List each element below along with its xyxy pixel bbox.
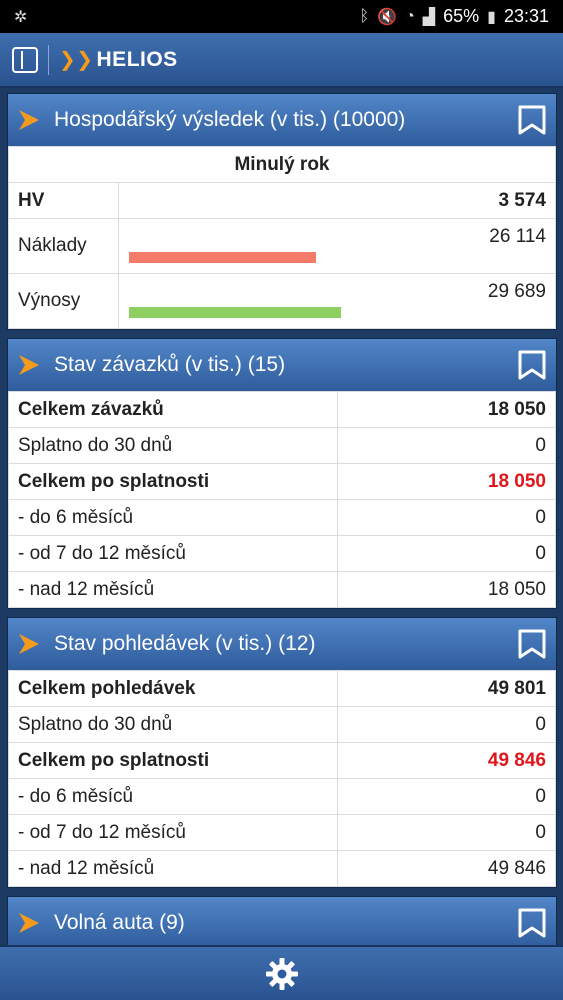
bottom-bar	[0, 945, 563, 1000]
logo-text: HELIOS	[96, 47, 178, 71]
bluetooth-icon: ᛒ	[359, 7, 370, 25]
bookmark-icon[interactable]	[516, 907, 548, 939]
panel-header[interactable]: Stav pohledávek (v tis.) (12)	[8, 618, 556, 670]
row-value: 0	[337, 814, 556, 851]
table-row: - nad 12 měsíců 49 846	[8, 850, 556, 887]
status-bar: ✲ ᛒ 🔇 ◔ ▟ 65% ▮ 23:31	[0, 0, 563, 33]
period-header: Minulý rok	[8, 146, 556, 183]
table-row: Celkem pohledávek 49 801	[8, 670, 556, 707]
bar-cell: 26 114	[118, 218, 556, 274]
row-label: Náklady	[8, 218, 119, 274]
row-label: Splatno do 30 dnů	[8, 706, 338, 743]
row-value-overdue: 18 050	[337, 463, 556, 500]
bookmark-icon[interactable]	[516, 628, 548, 660]
notification-icon: ✲	[14, 8, 28, 26]
signal-icon: ▟	[422, 8, 436, 26]
table-row: Celkem po splatnosti 49 846	[8, 742, 556, 779]
pohledavky-table: Celkem pohledávek 49 801 Splatno do 30 d…	[8, 670, 556, 887]
helios-logo-icon: ❯❯	[59, 49, 94, 71]
row-label: HV	[8, 182, 119, 219]
wifi-icon: ◔	[405, 7, 415, 25]
chevron-right-icon	[19, 913, 39, 933]
panel-hospodarsky-vysledek: Hospodářský výsledek (v tis.) (10000) Mi…	[7, 93, 557, 330]
row-label: Výnosy	[8, 273, 119, 329]
panel-volna-auta: Volná auta (9)	[7, 896, 557, 950]
zavazky-table: Celkem závazků 18 050 Splatno do 30 dnů …	[8, 391, 556, 608]
row-value: 0	[337, 427, 556, 464]
row-label: Celkem po splatnosti	[8, 463, 338, 500]
sidebar-toggle-icon[interactable]	[12, 46, 38, 73]
chevron-right-icon	[19, 634, 39, 654]
battery-percent: 65%	[443, 6, 480, 26]
table-row: HV 3 574	[8, 182, 556, 219]
row-label: Celkem pohledávek	[8, 670, 338, 707]
row-value: 49 801	[337, 670, 556, 707]
table-row: - do 6 měsíců 0	[8, 499, 556, 536]
row-label: - nad 12 měsíců	[8, 571, 338, 608]
row-value: 0	[337, 535, 556, 572]
mute-icon: 🔇	[377, 8, 398, 26]
panel-header[interactable]: Volná auta (9)	[8, 897, 556, 949]
chevron-right-icon	[19, 110, 39, 130]
row-value: 18 050	[337, 391, 556, 428]
helios-logo: ❯❯ HELIOS	[59, 47, 178, 72]
chevron-right-icon	[19, 355, 39, 375]
row-label: - nad 12 měsíců	[8, 850, 338, 887]
row-value: 26 114	[489, 226, 546, 247]
table-row: Celkem po splatnosti 18 050	[8, 463, 556, 500]
panel-title: Volná auta (9)	[54, 911, 185, 934]
row-value: 0	[337, 706, 556, 743]
row-label: Splatno do 30 dnů	[8, 427, 338, 464]
hv-table: Minulý rok HV 3 574 Náklady 26 114 Výnos…	[8, 146, 556, 329]
table-row: Splatno do 30 dnů 0	[8, 706, 556, 743]
panel-title: Stav pohledávek (v tis.) (12)	[54, 632, 316, 655]
table-row: Výnosy 29 689	[8, 273, 556, 329]
panel-title: Stav závazků (v tis.) (15)	[54, 353, 286, 376]
bookmark-icon[interactable]	[516, 104, 548, 136]
bar-cell: 29 689	[118, 273, 556, 329]
table-row: - od 7 do 12 měsíců 0	[8, 814, 556, 851]
table-row: Náklady 26 114	[8, 218, 556, 274]
row-label: - od 7 do 12 měsíců	[8, 535, 338, 572]
app-bar: ❯❯ HELIOS	[0, 33, 563, 88]
row-label: - do 6 měsíců	[8, 778, 338, 815]
row-value: 3 574	[118, 182, 556, 219]
panel-header[interactable]: Stav závazků (v tis.) (15)	[8, 339, 556, 391]
row-value: 49 846	[337, 850, 556, 887]
dashboard-content: Hospodářský výsledek (v tis.) (10000) Mi…	[7, 93, 557, 958]
panel-header[interactable]: Hospodářský výsledek (v tis.) (10000)	[8, 94, 556, 146]
panel-stav-zavazku: Stav závazků (v tis.) (15) Celkem závazk…	[7, 338, 557, 609]
row-label: - do 6 měsíců	[8, 499, 338, 536]
battery-icon: ▮	[487, 8, 496, 26]
table-row: Splatno do 30 dnů 0	[8, 427, 556, 464]
row-value: 29 689	[487, 281, 546, 302]
divider	[48, 44, 49, 75]
table-row: - od 7 do 12 měsíců 0	[8, 535, 556, 572]
settings-gear-icon[interactable]	[264, 956, 300, 992]
panel-title: Hospodářský výsledek (v tis.) (10000)	[54, 108, 406, 131]
row-label: Celkem po splatnosti	[8, 742, 338, 779]
bookmark-icon[interactable]	[516, 349, 548, 381]
row-value: 18 050	[337, 571, 556, 608]
row-value-overdue: 49 846	[337, 742, 556, 779]
table-row: Celkem závazků 18 050	[8, 391, 556, 428]
row-label: Celkem závazků	[8, 391, 338, 428]
row-label: - od 7 do 12 měsíců	[8, 814, 338, 851]
row-value: 0	[337, 499, 556, 536]
clock: 23:31	[503, 6, 549, 26]
row-value: 0	[337, 778, 556, 815]
table-row: - do 6 měsíců 0	[8, 778, 556, 815]
table-row: - nad 12 měsíců 18 050	[8, 571, 556, 608]
vynosy-bar	[129, 307, 341, 318]
naklady-bar	[129, 252, 316, 263]
panel-stav-pohledavek: Stav pohledávek (v tis.) (12) Celkem poh…	[7, 617, 557, 888]
